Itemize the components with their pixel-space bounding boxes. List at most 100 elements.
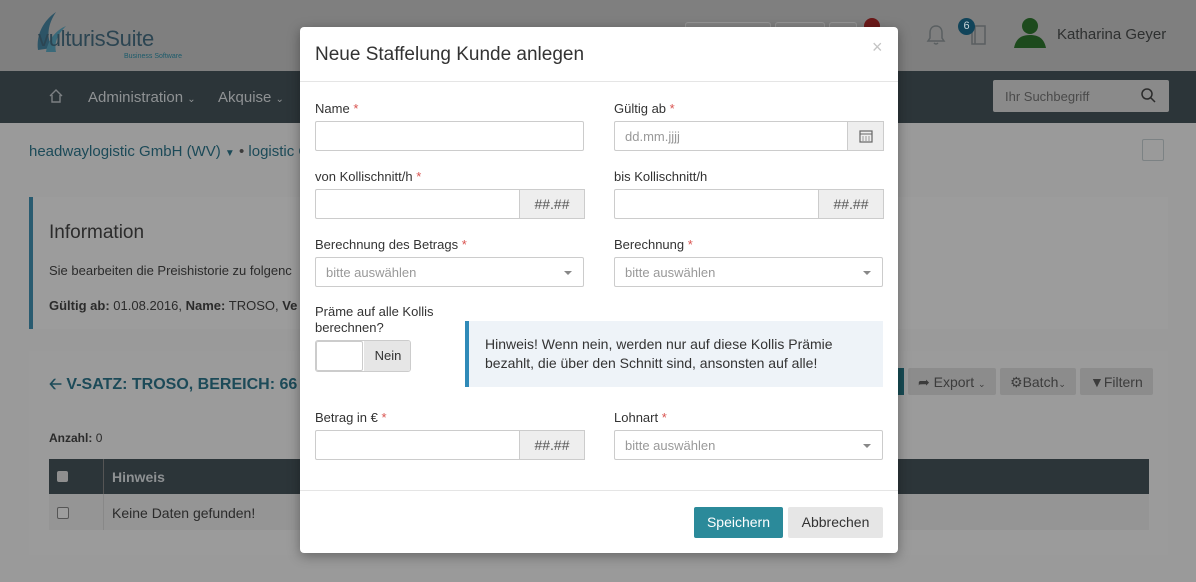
column-divider (103, 459, 104, 494)
modal-header: Neue Staffelung Kunde anlegen × (300, 27, 898, 82)
user-avatar-icon[interactable] (1012, 14, 1048, 50)
caret-down-icon (564, 271, 572, 275)
valid-from-date-input[interactable]: dd.mm.jjjj (614, 121, 884, 151)
export-button[interactable]: ➦ Export ⌄ (908, 368, 996, 395)
column-header-hint[interactable]: Hinweis (112, 469, 165, 485)
filter-button[interactable]: ▼Filtern (1080, 368, 1153, 395)
count-label: Anzahl: 0 (49, 431, 102, 445)
info-title: Information (49, 222, 145, 243)
name-label: Name: (185, 298, 226, 313)
ve-fragment: Ve (282, 298, 298, 313)
calc-amount-field-label: Berechnung des Betrags * (315, 237, 467, 252)
chevron-down-icon: ⌄ (187, 94, 196, 105)
caret-down-icon (863, 444, 871, 448)
calculation-field-label: Berechnung * (614, 237, 693, 252)
breadcrumb-separator: • (238, 143, 245, 160)
share-icon: ➦ (918, 374, 930, 390)
label-text: Betrag in € (315, 410, 378, 425)
arrow-left-icon[interactable]: 🡠 (49, 376, 62, 393)
nav-item-akquise[interactable]: Akquise ⌄ (218, 89, 284, 106)
name-field-label: Name * (315, 101, 358, 116)
batch-button[interactable]: ⚙Batch⌄ (1000, 368, 1076, 395)
row-checkbox[interactable] (57, 507, 69, 519)
nav-item-label: Administration (88, 89, 184, 106)
count-value: 0 (95, 431, 103, 445)
calendar-button[interactable] (847, 121, 884, 151)
valid-label: Gültig ab: (49, 298, 110, 313)
select-placeholder: bitte auswählen (625, 265, 716, 280)
filter-label: Filtern (1103, 374, 1143, 390)
chevron-down-icon: ⌄ (977, 379, 986, 389)
premium-all-toggle[interactable]: Nein (315, 340, 411, 372)
amount-input[interactable]: ##.## (315, 430, 585, 460)
label-text: Name (315, 101, 350, 116)
modal-title: Neue Staffelung Kunde anlegen (315, 44, 585, 65)
user-name[interactable]: Katharina Geyer (1057, 26, 1166, 43)
gear-icon: ⚙ (1010, 374, 1023, 390)
calendar-icon (858, 130, 873, 143)
close-icon[interactable]: × (872, 37, 883, 58)
toggle-knob (316, 341, 363, 371)
home-icon[interactable] (48, 88, 64, 104)
select-all-checkbox[interactable] (57, 471, 68, 482)
required-mark: * (669, 101, 675, 116)
search-placeholder: Ihr Suchbegriff (1005, 89, 1090, 104)
required-mark: * (687, 237, 693, 252)
label-text: Berechnung des Betrags (315, 237, 459, 252)
expand-icon[interactable] (1142, 139, 1164, 161)
logo-subtitle: Business Software (124, 53, 182, 60)
from-avg-input[interactable]: ##.## (315, 189, 585, 219)
date-placeholder: dd.mm.jjjj (625, 129, 680, 144)
nav-item-label: Akquise (218, 89, 272, 106)
label-text: Berechnung (614, 237, 685, 252)
from-avg-field-label: von Kollischnitt/h * (315, 169, 421, 184)
hint-callout: Hinweis! Wenn nein, werden nur auf diese… (465, 321, 883, 387)
hint-text: Hinweis! Wenn nein, werden nur auf diese… (485, 336, 833, 371)
valid-from-field-label: Gültig ab * (614, 101, 675, 116)
cancel-button[interactable]: Abbrechen (788, 507, 883, 538)
caret-down-icon[interactable]: ▼ (225, 148, 235, 159)
filter-icon: ▼ (1090, 374, 1104, 390)
count-label-text: Anzahl: (49, 431, 93, 445)
caret-down-icon (863, 271, 871, 275)
new-tier-modal: Neue Staffelung Kunde anlegen × Name * G… (300, 27, 898, 553)
bell-icon[interactable] (926, 24, 946, 46)
wage-type-field-label: Lohnart * (614, 410, 667, 425)
label-text: Gültig ab (614, 101, 667, 116)
label-text: bis Kollischnitt/h (614, 169, 708, 184)
column-divider (103, 494, 104, 530)
select-placeholder: bitte auswählen (625, 438, 716, 453)
batch-label: Batch (1022, 374, 1059, 390)
required-mark: * (353, 101, 359, 116)
breadcrumb-company[interactable]: headwaylogistic GmbH (WV) (29, 143, 221, 160)
nav-item-administration[interactable]: Administration ⌄ (88, 89, 196, 106)
toggle-state-label: Nein (364, 341, 410, 371)
number-format-addon: ##.## (519, 430, 585, 460)
list-title[interactable]: 🡠 V-SATZ: TROSO, BEREICH: 66 - (49, 373, 307, 400)
required-mark: * (381, 410, 387, 425)
save-button[interactable]: Speichern (694, 507, 783, 538)
required-mark: * (661, 410, 667, 425)
breadcrumb: headwaylogistic GmbH (WV) ▼ • logistic C (29, 143, 309, 160)
number-format-addon: ##.## (818, 189, 884, 219)
info-description: Sie bearbeiten die Preishistorie zu folg… (49, 263, 292, 278)
wage-type-select[interactable]: bitte auswählen (614, 430, 883, 460)
label-text: von Kollischnitt/h (315, 169, 413, 184)
notification-count-badge: 6 (958, 18, 975, 35)
name-input[interactable] (315, 121, 584, 151)
calculation-select[interactable]: bitte auswählen (614, 257, 883, 287)
label-text: berechnen? (315, 320, 384, 335)
required-mark: * (461, 237, 467, 252)
label-text: Lohnart (614, 410, 659, 425)
modal-footer: Speichern Abbrechen (300, 490, 898, 553)
calc-amount-select[interactable]: bitte auswählen (315, 257, 584, 287)
amount-field-label: Betrag in € * (315, 410, 387, 425)
name-value: TROSO, (228, 298, 279, 313)
list-title-text: V-SATZ: TROSO, BEREICH: 66 - (66, 376, 308, 393)
chevron-down-icon: ⌄ (275, 94, 284, 105)
number-format-addon: ##.## (519, 189, 585, 219)
to-avg-field-label: bis Kollischnitt/h (614, 169, 707, 184)
search-icon[interactable] (1140, 87, 1156, 103)
chevron-down-icon: ⌄ (1058, 379, 1066, 389)
to-avg-input[interactable]: ##.## (614, 189, 884, 219)
